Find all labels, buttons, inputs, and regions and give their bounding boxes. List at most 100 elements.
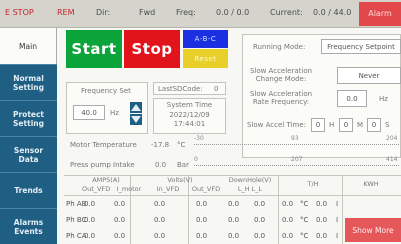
slow-time-hours[interactable]: 0 <box>311 118 325 132</box>
cell: 0.0 <box>196 232 208 240</box>
cell: 0.0 <box>316 200 328 208</box>
start-button[interactable]: Start <box>66 30 122 68</box>
slow-rate-label: Slow Acceleration Rate Frequency: <box>249 90 313 106</box>
pump-intake-unit: Bar <box>177 161 189 169</box>
hours-unit: H <box>329 121 335 129</box>
gauge2-min: 0 <box>194 156 198 163</box>
cell: 0.0 <box>154 216 166 224</box>
slow-time-label: Slow Accel Time: <box>247 121 306 129</box>
cell: 0.0 <box>114 200 126 208</box>
sidebar-item-main[interactable]: Main <box>0 28 57 64</box>
volts-header: Volts(V) <box>167 176 193 184</box>
slow-change-label: Slow Acceleration Change Mode: <box>249 67 313 83</box>
running-mode-select[interactable]: Frequency Setpoint <box>321 39 401 54</box>
arrow-up-icon <box>131 104 141 111</box>
cell: 0.0 <box>254 216 266 224</box>
cell: °C <box>300 232 309 240</box>
cell: 0.0 <box>316 216 328 224</box>
system-date: 2022/12/09 <box>169 111 210 119</box>
last-sd-code-value: 0 <box>214 85 219 93</box>
arrow-down-icon <box>131 116 141 123</box>
cell: 0.0 <box>84 232 96 240</box>
frequency-down-button[interactable] <box>130 114 142 125</box>
current-label: Current: <box>270 8 303 17</box>
cell: 0.0 <box>316 232 328 240</box>
col-out-vfd: Out_VFD <box>82 185 111 193</box>
system-time-box: System Time 2022/12/09 17:44:01 <box>153 98 226 134</box>
dir-label: Dir: <box>96 8 111 17</box>
running-mode-label: Running Mode: <box>253 43 306 51</box>
show-more-button[interactable]: Show More <box>345 218 401 242</box>
pump-intake-label: Press pump Intake <box>70 161 135 169</box>
col-th: T/H <box>307 180 319 188</box>
sidebar-item-protect-setting[interactable]: Protect Setting <box>0 100 57 136</box>
freq-value: 0.0 / 0.0 <box>216 8 250 17</box>
last-sd-code-box: LastSDCode: 0 <box>153 82 226 95</box>
cell: 0.0 <box>84 200 96 208</box>
slow-rate-input[interactable]: 0.0 <box>337 90 367 107</box>
cell: 0.0 <box>154 232 166 240</box>
cell: 0.0 <box>282 200 294 208</box>
table-divider <box>188 175 189 244</box>
amps-header: AMPS(A) <box>92 176 120 184</box>
col-out-vfd-volts: Out_VFD <box>191 185 221 193</box>
hmi-screen: E STOP REM Dir: Fwd Freq: 0.0 / 0.0 Curr… <box>0 0 401 244</box>
cell: I <box>336 200 339 208</box>
alarm-button[interactable]: Alarm <box>359 2 401 26</box>
slow-time-minutes[interactable]: 0 <box>339 118 353 132</box>
system-time-label: System Time <box>166 101 213 109</box>
sidebar: Main Normal Setting Protect Setting Sens… <box>0 28 58 244</box>
cell: 0.0 <box>114 232 126 240</box>
downhole-header: DownHole(V) <box>228 176 272 184</box>
cell: 0.0 <box>84 216 96 224</box>
sidebar-item-alarms-events[interactable]: Alarms Events <box>0 208 57 244</box>
cell: 0.0 <box>196 200 208 208</box>
motor-temp-value: -17.8 <box>151 141 170 149</box>
gauge1-max: 204 <box>386 135 398 142</box>
slow-change-select[interactable]: Never <box>337 67 401 84</box>
frequency-set-label: Frequency Set <box>81 87 131 95</box>
cell: 0.0 <box>254 232 266 240</box>
phase-abc-button[interactable]: A-B-C <box>183 30 228 48</box>
sidebar-item-sensor-data[interactable]: Sensor Data <box>0 136 57 172</box>
slow-time-seconds[interactable]: 0 <box>367 118 381 132</box>
cell: 0.0 <box>228 232 240 240</box>
motor-temp-label: Motor Temperature <box>70 141 137 149</box>
frequency-set-input[interactable]: 40.0 <box>73 105 105 120</box>
cell: °C <box>300 200 309 208</box>
stop-button[interactable]: Stop <box>124 30 180 68</box>
gauge2-max: 414 <box>386 156 398 163</box>
sidebar-item-normal-setting[interactable]: Normal Setting <box>0 64 57 100</box>
cell: I <box>336 216 339 224</box>
sidebar-item-trends[interactable]: Trends <box>0 172 57 208</box>
frequency-unit: Hz <box>110 109 119 117</box>
cell: 0.0 <box>282 216 294 224</box>
cell: 0.0 <box>282 232 294 240</box>
reset-button[interactable]: Reset <box>183 49 228 68</box>
motor-temp-unit: °C <box>177 141 186 149</box>
pump-intake-value: 0.0 <box>155 161 167 169</box>
motor-temp-gauge <box>194 144 399 145</box>
cell: °C <box>300 216 309 224</box>
dir-value: Fwd <box>139 8 156 17</box>
remote-mode: REM <box>57 8 75 17</box>
col-in-vfd: In_VFD <box>156 185 180 193</box>
col-downhole-sub: L_H L_L <box>237 185 263 193</box>
cell: I <box>336 232 339 240</box>
table-divider <box>278 175 279 244</box>
cell: 0.0 <box>228 216 240 224</box>
last-sd-code-label: LastSDCode: <box>158 85 203 93</box>
pump-intake-gauge <box>194 165 399 166</box>
cell: 0.0 <box>254 200 266 208</box>
running-mode-panel: Running Mode: Frequency Setpoint Slow Ac… <box>242 34 401 158</box>
frequency-up-button[interactable] <box>130 102 142 113</box>
col-kwh: KWH <box>363 180 379 188</box>
main-panel: Start Stop A-B-C Reset Frequency Set 40.… <box>58 28 401 244</box>
status-bar: E STOP REM Dir: Fwd Freq: 0.0 / 0.0 Curr… <box>0 0 401 28</box>
minutes-unit: M <box>357 121 364 129</box>
seconds-unit: S <box>385 121 390 129</box>
gauge1-mid: 93 <box>291 135 299 142</box>
cell: 0.0 <box>154 200 166 208</box>
table-divider <box>64 195 401 196</box>
slow-rate-unit: Hz <box>379 95 388 103</box>
